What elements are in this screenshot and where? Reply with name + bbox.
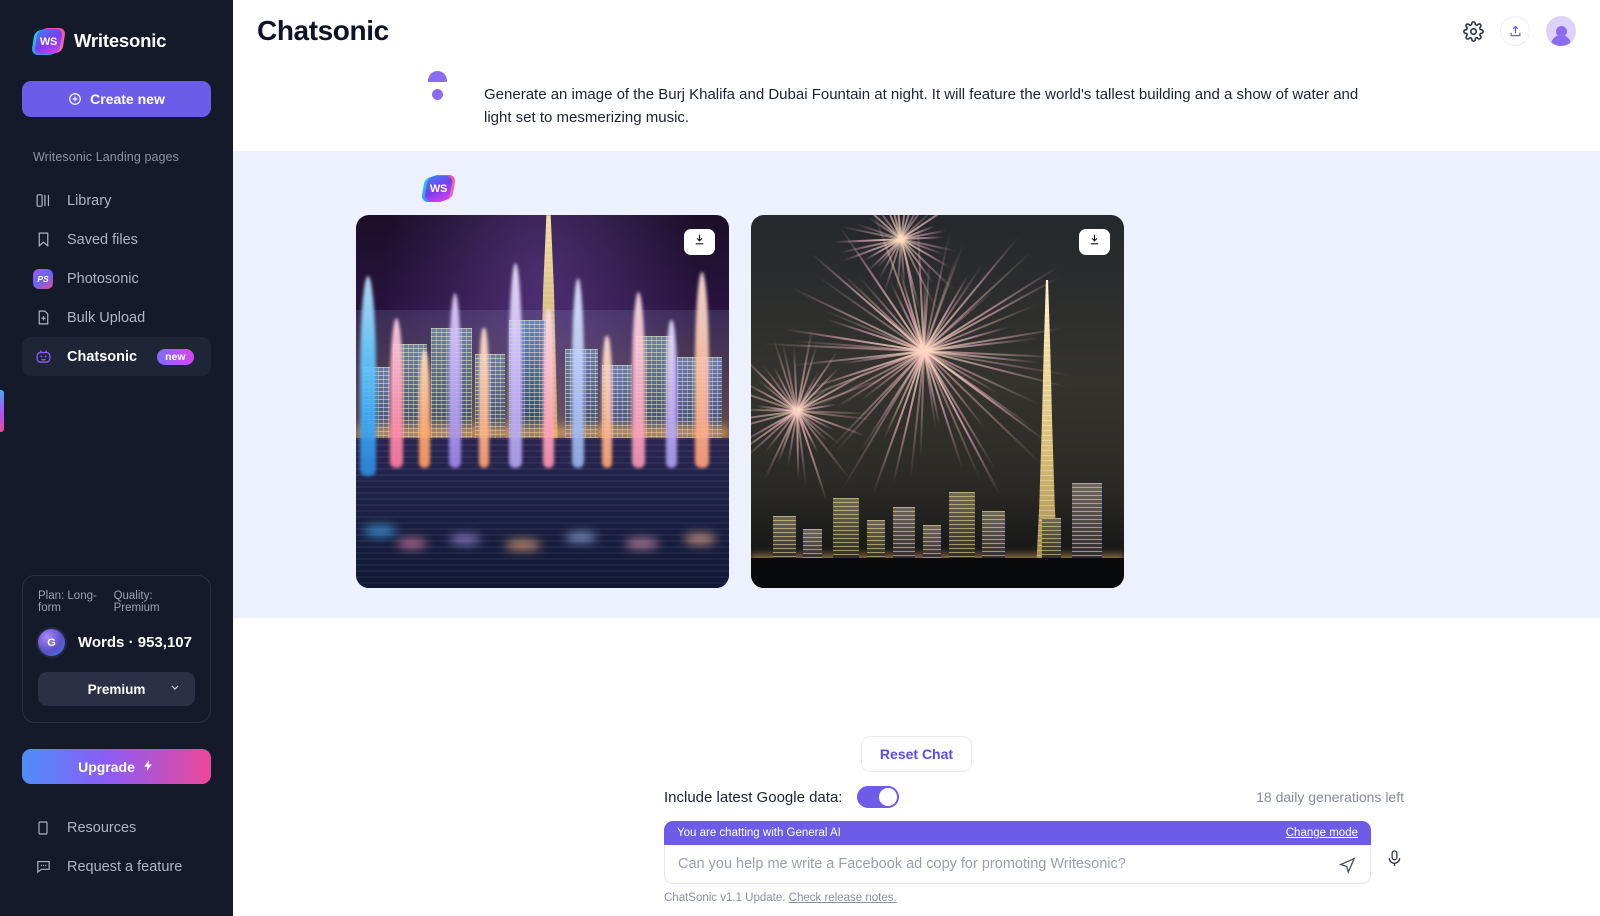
writesonic-logo-icon: WS — [33, 26, 63, 56]
message-avatar: WS — [423, 173, 451, 201]
brand[interactable]: WS Writesonic — [0, 0, 233, 64]
file-plus-icon — [33, 308, 53, 328]
page-title: Chatsonic — [257, 15, 389, 47]
create-new-label: Create new — [90, 91, 165, 107]
sidebar-item-label: Bulk Upload — [67, 310, 145, 326]
download-image-1-button[interactable] — [684, 229, 715, 255]
credits-orb-icon: G — [38, 629, 65, 656]
footer-text: ChatSonic v1.1 Update. — [664, 892, 785, 904]
bookmark-icon — [33, 230, 53, 250]
sidebar-item-label: Saved files — [67, 232, 138, 248]
plan-type: Plan: Long-form — [38, 590, 114, 614]
writesonic-logo-icon: WS — [423, 173, 453, 203]
sidebar-item-saved-files[interactable]: Saved files — [22, 220, 211, 259]
download-icon — [693, 233, 706, 251]
main-content: Chatsonic Generate an image of the Burj … — [233, 0, 1600, 916]
sidebar-item-library[interactable]: Library — [22, 181, 211, 220]
generations-left-text: 18 daily generations left — [1256, 789, 1404, 805]
sidebar-item-request-a-feature[interactable]: Request a feature — [22, 847, 211, 886]
sidebar-item-label: Chatsonic — [67, 349, 137, 365]
new-badge: new — [157, 349, 193, 365]
chevron-down-icon — [169, 682, 181, 697]
message-avatar — [423, 84, 451, 112]
share-upload-icon[interactable] — [1500, 16, 1530, 46]
chat-input[interactable] — [678, 856, 1338, 872]
google-data-label: Include latest Google data: — [664, 789, 842, 806]
sidebar-item-chatsonic[interactable]: Chatsonic new — [22, 337, 211, 376]
send-icon[interactable] — [1338, 855, 1357, 874]
sidebar-bottom-nav: Resources Request a feature — [0, 808, 233, 916]
generated-images — [356, 215, 1600, 588]
reset-chat-button[interactable]: Reset Chat — [861, 736, 972, 772]
words-label: Words — [78, 634, 124, 651]
robot-icon — [33, 347, 53, 367]
city-skyline — [751, 452, 1124, 562]
sidebar-section-label: Writesonic Landing pages — [0, 117, 233, 164]
download-icon — [1088, 233, 1101, 251]
composer-area: Reset Chat Include latest Google data: 1… — [233, 714, 1600, 916]
sidebar-item-label: Request a feature — [67, 859, 182, 875]
mode-bar: You are chatting with General AI Change … — [664, 821, 1371, 845]
topbar: Chatsonic — [233, 0, 1600, 62]
upgrade-button[interactable]: Upgrade — [22, 749, 211, 784]
logo-text: WS — [40, 36, 57, 48]
mode-text: You are chatting with General AI — [677, 827, 841, 839]
plan-select[interactable]: Premium — [38, 672, 195, 706]
plus-circle-icon — [68, 92, 82, 106]
active-item-accent-bar — [0, 390, 4, 432]
change-mode-link[interactable]: Change mode — [1286, 827, 1358, 839]
book-icon — [33, 818, 53, 838]
app-root: WS Writesonic Create new Writesonic Land… — [0, 0, 1600, 916]
firework-burst-main — [923, 349, 925, 351]
chat-composer: You are chatting with General AI Change … — [664, 821, 1371, 884]
sidebar-item-label: Photosonic — [67, 271, 139, 287]
library-icon — [33, 191, 53, 211]
sidebar-item-photosonic[interactable]: PS Photosonic — [22, 259, 211, 298]
chat-input-shell — [664, 845, 1371, 884]
upgrade-label: Upgrade — [78, 759, 135, 775]
sidebar-item-label: Library — [67, 193, 111, 209]
google-data-toggle[interactable] — [857, 786, 899, 808]
composer-options-row: Include latest Google data: 18 daily gen… — [664, 786, 1404, 808]
sidebar-item-label: Resources — [67, 820, 136, 836]
plan-select-value: Premium — [88, 682, 146, 697]
generated-image-1[interactable] — [356, 215, 729, 588]
logo-text: WS — [430, 183, 447, 195]
release-notes-link[interactable]: Check release notes. — [789, 892, 897, 904]
brand-name: Writesonic — [74, 30, 166, 52]
ps-badge: PS — [33, 269, 53, 289]
words-separator: · — [129, 634, 134, 651]
gear-icon[interactable] — [1463, 21, 1484, 42]
top-actions — [1463, 16, 1576, 46]
plan-quality: Quality: Premium — [114, 590, 195, 614]
photosonic-icon: PS — [33, 269, 53, 289]
chat-bubble-icon — [33, 857, 53, 877]
words-value: 953,107 — [138, 634, 192, 651]
download-image-2-button[interactable] — [1079, 229, 1110, 255]
firework-burst-left — [796, 409, 798, 411]
bot-message: WS — [233, 151, 1600, 618]
user-message: Generate an image of the Burj Khalifa an… — [233, 62, 1600, 151]
generated-image-2[interactable] — [751, 215, 1124, 588]
create-new-button[interactable]: Create new — [22, 81, 211, 117]
sidebar-item-resources[interactable]: Resources — [22, 808, 211, 847]
microphone-icon[interactable] — [1385, 848, 1404, 874]
chat-thread: Generate an image of the Burj Khalifa an… — [233, 62, 1600, 714]
sidebar-nav: Library Saved files PS Photosonic Bulk U… — [0, 181, 233, 376]
sidebar: WS Writesonic Create new Writesonic Land… — [0, 0, 233, 916]
plan-card: Plan: Long-form Quality: Premium G Words… — [22, 575, 211, 723]
user-message-text: Generate an image of the Burj Khalifa an… — [484, 84, 1359, 129]
firework-burst-top — [900, 237, 902, 239]
user-avatar-icon[interactable] — [1546, 16, 1576, 46]
footer-note: ChatSonic v1.1 Update. Check release not… — [664, 892, 1600, 904]
lightning-icon — [142, 759, 155, 775]
sidebar-item-bulk-upload[interactable]: Bulk Upload — [22, 298, 211, 337]
